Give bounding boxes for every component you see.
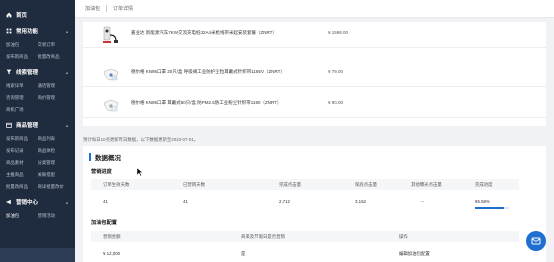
- table-row: 41 41 2,712 3,162 -- 85.58%: [91, 196, 519, 211]
- config-table-header: 营销金额 商来及节假日是否营销 操作: [91, 231, 519, 242]
- sidebar-item-consult[interactable]: 咨询管理: [6, 93, 38, 102]
- product-price: ¥ 79.00: [328, 69, 344, 74]
- breadcrumb-divider: [106, 5, 108, 12]
- column-header: 保底点击量: [355, 182, 377, 187]
- sidebar-item-opportunity[interactable]: 商机广场: [6, 105, 38, 114]
- header-breadcrumb: 加油包 订单详情: [75, 0, 554, 18]
- sidebar-section-products[interactable]: 商品管理 ▲: [0, 118, 75, 132]
- list-item: 嘉业达 新能源汽车7KW交流充电桩32A4米枪线带米起安装套餐（ZNRT） ¥ …: [83, 22, 546, 48]
- list-item: 德尔格 KN95口罩 20只/盒 呼吸阀工业防护尘粒耳戴式针织带1165V（ZN…: [83, 61, 546, 87]
- product-name[interactable]: 嘉业达 新能源汽车7KW交流充电桩32A4米枪线带米起安装套餐（ZNRT）: [131, 30, 277, 36]
- progress-subtitle: 营销进度: [91, 169, 112, 175]
- sidebar-section-title: 常用功能: [16, 29, 39, 35]
- column-header: 完成点击量: [279, 182, 301, 187]
- sidebar: 首页 常用功能 ▲ 加油包 交易订单 发布新商品 批量改商品 线索管理 ▲ 线索…: [0, 0, 75, 262]
- progress-bar-fill: [475, 207, 505, 209]
- sidebar-section-leads[interactable]: 线索管理 ▲: [0, 65, 75, 79]
- sidebar-section-title: 营销中心: [16, 200, 39, 206]
- sidebar-item-batch-edit-products[interactable]: 批量改商品: [6, 182, 38, 191]
- sidebar-item-fuel-pack[interactable]: 加油包: [6, 40, 38, 49]
- box-icon: [6, 122, 12, 128]
- column-header: 订单生效天数: [103, 182, 130, 187]
- product-price: ¥ 90.00: [328, 100, 344, 105]
- message-float-button[interactable]: [526, 231, 546, 251]
- column-header: 其他曝光点击量: [411, 182, 442, 187]
- megaphone-icon: [6, 199, 11, 205]
- sidebar-active-highlight: [0, 248, 75, 262]
- breadcrumb-fuel-pack[interactable]: 加油包: [85, 5, 100, 12]
- column-header: 营销金额: [103, 234, 121, 239]
- sidebar-item-batch-edit[interactable]: 批量改商品: [38, 52, 70, 61]
- sidebar-item-product-list[interactable]: 商品列表: [38, 134, 70, 143]
- column-header: 商来及节假日是否营销: [241, 234, 285, 239]
- sidebar-item-product-check[interactable]: 商品体检: [38, 146, 70, 155]
- mask-product-image: [103, 69, 119, 81]
- sidebar-section-title: 商品管理: [16, 123, 39, 129]
- sidebar-home-label: 首页: [16, 13, 28, 19]
- sidebar-item-materials[interactable]: 商品素材: [6, 158, 38, 167]
- table-cell: 是: [241, 251, 246, 256]
- sidebar-section-marketing[interactable]: 营销中心 ▲: [0, 195, 75, 209]
- mail-icon: [531, 237, 541, 245]
- chevron-up-icon: ▲: [65, 122, 69, 128]
- grid-icon: [6, 28, 12, 34]
- sidebar-item-featured[interactable]: 主推商品: [6, 170, 38, 179]
- sidebar-item-fuel-pack-active[interactable]: 加油包: [6, 211, 38, 220]
- column-header: 完成进度: [475, 182, 493, 187]
- table-cell: 41: [103, 199, 108, 204]
- column-header: 操作: [399, 234, 408, 239]
- sidebar-item-batch-price[interactable]: 商详批量改价: [38, 182, 70, 191]
- sidebar-item-publish-log[interactable]: 发布记录: [6, 146, 38, 155]
- edit-config-link[interactable]: 编辑加油包配置: [399, 251, 430, 257]
- table-cell: ¥ 12,000: [103, 251, 121, 256]
- sidebar-item-categories[interactable]: 分类管理: [38, 158, 70, 167]
- section-title: 数据概况: [89, 152, 121, 162]
- chevron-up-icon: ▲: [65, 69, 69, 75]
- charger-product-image: [103, 26, 118, 43]
- product-name[interactable]: 德尔格 KN95口罩 20只/盒 呼吸阀工业防护尘粒耳戴式针织带1165V（ZN…: [131, 69, 285, 75]
- data-overview-panel: 数据概况 营销进度 订单生效天数 已营销天数 完成点击量 保底点击量 其他曝光点…: [83, 146, 546, 262]
- title-accent-bar: [89, 153, 91, 161]
- table-cell: 41: [183, 199, 188, 204]
- sidebar-item-inquiry[interactable]: 询价管理: [38, 93, 70, 102]
- table-cell: --: [421, 199, 424, 204]
- sidebar-item-bundles[interactable]: 关联搭配: [38, 170, 70, 179]
- list-item: 德尔格 KN95口罩 耳戴式50只/盒 防PM2.5防工业粉尘针织带1190（Z…: [83, 92, 546, 118]
- sidebar-section-common[interactable]: 常用功能 ▲: [0, 24, 75, 38]
- mask-product-image: [103, 100, 119, 112]
- sidebar-item-orders[interactable]: 交易订单: [38, 40, 70, 49]
- sidebar-item-lead-list[interactable]: 线索详单: [6, 81, 38, 90]
- table-cell: 85.58%: [475, 199, 490, 204]
- column-header: 已营销天数: [183, 182, 205, 187]
- sidebar-item-calls[interactable]: 通话管理: [38, 81, 70, 90]
- table-cell: 2,712: [279, 199, 290, 204]
- config-subtitle: 加油包配置: [91, 220, 117, 226]
- chevron-up-icon: ▲: [65, 199, 69, 205]
- chevron-up-icon: ▲: [65, 28, 69, 34]
- home-icon: [6, 12, 12, 18]
- sidebar-item-publish[interactable]: 发布新商品: [6, 52, 38, 61]
- progress-table-header: 订单生效天数 已营销天数 完成点击量 保底点击量 其他曝光点击量 完成进度: [91, 179, 519, 190]
- sidebar-item-campaigns[interactable]: 营销活动: [38, 211, 70, 220]
- table-row: ¥ 12,000 是 编辑加油包配置: [91, 248, 519, 262]
- breadcrumb-order-detail: 订单详情: [113, 6, 134, 12]
- table-cell: 3,162: [355, 199, 366, 204]
- overview-title: 数据概况: [95, 155, 121, 162]
- mouse-cursor-icon: [137, 168, 143, 176]
- progress-bar: [475, 207, 509, 209]
- product-list: 嘉业达 新能源汽车7KW交流充电桩32A4米枪线带米起安装套餐（ZNRT） ¥ …: [83, 22, 546, 126]
- sidebar-section-title: 线索管理: [16, 70, 39, 76]
- product-name[interactable]: 德尔格 KN95口罩 耳戴式50只/盒 防PM2.5防工业粉尘针织带1190（Z…: [131, 100, 281, 106]
- product-price: ¥ 1598.00: [328, 30, 349, 35]
- data-update-notice: 预计每日10点更新昨日数据，以下数据更新至2023-07-01。: [83, 137, 199, 142]
- funnel-icon: [6, 69, 12, 75]
- sidebar-item-home[interactable]: 首页: [0, 6, 75, 24]
- sidebar-item-publish-product[interactable]: 发布新商品: [6, 134, 38, 143]
